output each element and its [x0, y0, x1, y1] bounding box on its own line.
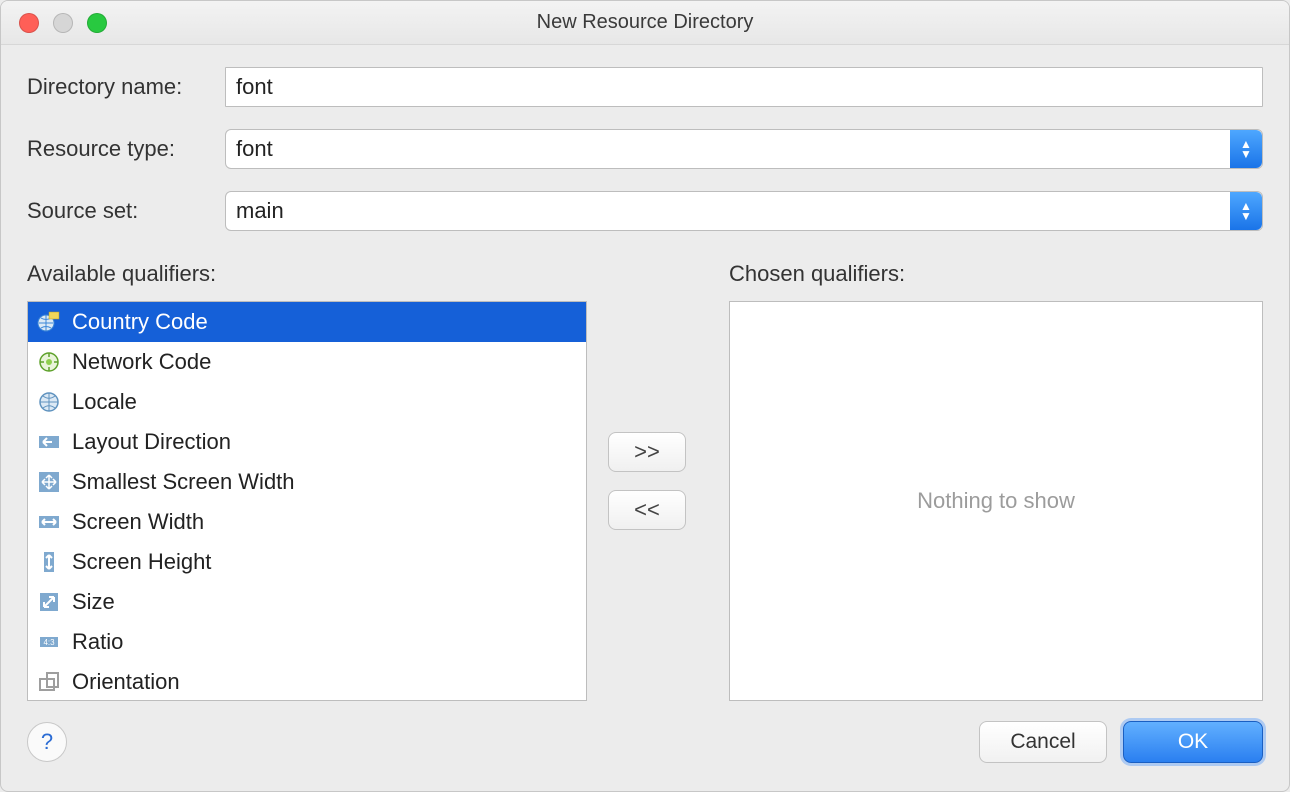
- qualifier-transfer-buttons: >> <<: [587, 261, 707, 701]
- qualifier-item-label: Screen Width: [72, 509, 204, 535]
- qualifier-item-label: Ratio: [72, 629, 123, 655]
- orientation-icon: [36, 669, 62, 695]
- arrow-left-icon: [36, 429, 62, 455]
- ok-button[interactable]: OK: [1123, 721, 1263, 763]
- qualifier-item[interactable]: Smallest Screen Width: [28, 462, 586, 502]
- cancel-button[interactable]: Cancel: [979, 721, 1107, 763]
- dialog-window: New Resource Directory Directory name: R…: [0, 0, 1290, 792]
- qualifier-item-label: Screen Height: [72, 549, 211, 575]
- minimize-window-button[interactable]: [53, 13, 73, 33]
- globe-flag-icon: [36, 309, 62, 335]
- resize-icon: [36, 589, 62, 615]
- qualifier-item-label: Network Code: [72, 349, 211, 375]
- qualifier-item[interactable]: Locale: [28, 382, 586, 422]
- qualifier-item-label: Country Code: [72, 309, 208, 335]
- qualifier-item-label: Orientation: [72, 669, 180, 695]
- help-button[interactable]: ?: [27, 722, 67, 762]
- dialog-content: Directory name: Resource type: font ▲▼ S…: [1, 45, 1289, 791]
- qualifier-item-label: Size: [72, 589, 115, 615]
- globe-icon: [36, 389, 62, 415]
- chevron-updown-icon: ▲▼: [1230, 130, 1262, 168]
- directory-name-label: Directory name:: [27, 74, 225, 100]
- source-set-label: Source set:: [27, 198, 225, 224]
- row-resource-type: Resource type: font ▲▼: [27, 129, 1263, 169]
- chosen-empty-text: Nothing to show: [917, 488, 1075, 514]
- titlebar: New Resource Directory: [1, 1, 1289, 45]
- chosen-qualifiers-column: Chosen qualifiers: Nothing to show: [729, 261, 1263, 701]
- chevron-updown-icon: ▲▼: [1230, 192, 1262, 230]
- qualifier-item[interactable]: Layout Direction: [28, 422, 586, 462]
- source-set-value: main: [236, 198, 284, 224]
- move-right-button[interactable]: >>: [608, 432, 686, 472]
- arrow-ud-icon: [36, 549, 62, 575]
- directory-name-input[interactable]: [225, 67, 1263, 107]
- resource-type-value: font: [236, 136, 273, 162]
- window-controls: [1, 13, 107, 33]
- qualifier-item-label: Layout Direction: [72, 429, 231, 455]
- available-qualifiers-list[interactable]: Country Code Network Code Locale Layout Dir…: [27, 301, 587, 701]
- qualifiers-panel: Available qualifiers: Country Code Networ…: [27, 261, 1263, 701]
- ratio-icon: 4:3: [36, 629, 62, 655]
- window-title: New Resource Directory: [1, 11, 1289, 34]
- available-qualifiers-column: Available qualifiers: Country Code Networ…: [27, 261, 587, 701]
- row-directory-name: Directory name:: [27, 67, 1263, 107]
- move-left-button[interactable]: <<: [608, 490, 686, 530]
- chosen-qualifiers-list[interactable]: Nothing to show: [729, 301, 1263, 701]
- dialog-footer: ? Cancel OK: [27, 701, 1263, 763]
- network-icon: [36, 349, 62, 375]
- svg-text:4:3: 4:3: [43, 638, 55, 647]
- qualifier-item[interactable]: Country Code: [28, 302, 586, 342]
- qualifier-item[interactable]: Network Code: [28, 342, 586, 382]
- qualifier-item[interactable]: 4:3 Ratio: [28, 622, 586, 662]
- source-set-select[interactable]: main ▲▼: [225, 191, 1263, 231]
- resource-type-label: Resource type:: [27, 136, 225, 162]
- close-window-button[interactable]: [19, 13, 39, 33]
- arrow-lr-icon: [36, 509, 62, 535]
- qualifier-item[interactable]: Size: [28, 582, 586, 622]
- qualifier-item[interactable]: Screen Height: [28, 542, 586, 582]
- arrows-all-icon: [36, 469, 62, 495]
- qualifier-item[interactable]: Orientation: [28, 662, 586, 701]
- row-source-set: Source set: main ▲▼: [27, 191, 1263, 231]
- help-icon: ?: [41, 729, 53, 755]
- qualifier-item-label: Smallest Screen Width: [72, 469, 295, 495]
- qualifier-item[interactable]: Screen Width: [28, 502, 586, 542]
- qualifier-item-label: Locale: [72, 389, 137, 415]
- available-qualifiers-label: Available qualifiers:: [27, 261, 587, 287]
- chosen-qualifiers-label: Chosen qualifiers:: [729, 261, 1263, 287]
- zoom-window-button[interactable]: [87, 13, 107, 33]
- resource-type-select[interactable]: font ▲▼: [225, 129, 1263, 169]
